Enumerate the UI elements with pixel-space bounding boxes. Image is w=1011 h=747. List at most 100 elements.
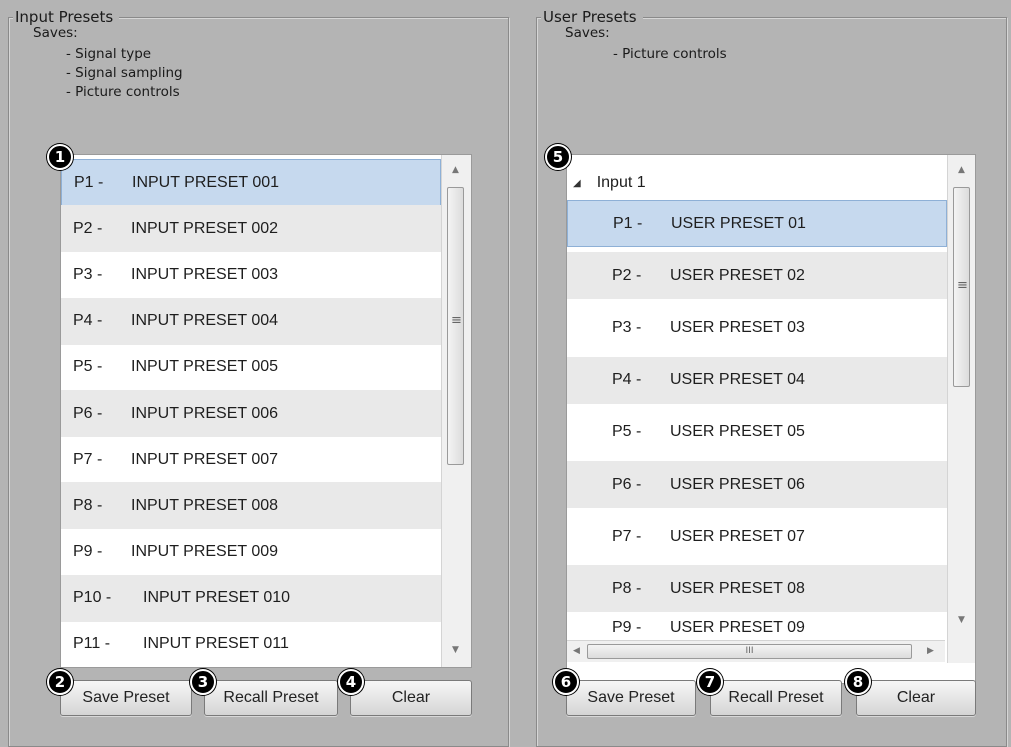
input-list-vertical-scrollbar[interactable]: ▲ ≡ ▼ xyxy=(441,155,471,667)
preset-name: INPUT PRESET 005 xyxy=(131,358,279,376)
preset-name: USER PRESET 01 xyxy=(671,214,806,232)
preset-code: P9 - xyxy=(73,543,103,561)
preset-name: USER PRESET 03 xyxy=(670,318,805,336)
preset-code: P7 - xyxy=(73,450,103,468)
user-presets-tree[interactable]: ◢ Input 1 P1 - USER PRESET 01 P2 - USER PRE… xyxy=(566,154,976,684)
list-item[interactable]: P1 - USER PRESET 01 xyxy=(567,200,947,247)
list-item[interactable]: P1 - INPUT PRESET 001 xyxy=(61,159,441,206)
preset-name: USER PRESET 07 xyxy=(670,527,805,545)
preset-name: INPUT PRESET 010 xyxy=(143,589,291,607)
grip-icon: ≡ xyxy=(451,313,462,328)
preset-code: P8 - xyxy=(73,496,103,514)
save-preset-button[interactable]: Save Preset xyxy=(566,680,696,716)
save-preset-button[interactable]: Save Preset xyxy=(60,680,192,716)
preset-name: INPUT PRESET 002 xyxy=(131,219,279,237)
preset-name: INPUT PRESET 007 xyxy=(131,450,279,468)
scrollbar-thumb[interactable]: ≡ xyxy=(447,187,464,465)
preset-code: P4 - xyxy=(73,312,103,330)
list-item[interactable]: P2 - INPUT PRESET 002 xyxy=(61,205,441,253)
preset-code: P5 - xyxy=(612,423,642,441)
scroll-up-icon[interactable]: ▲ xyxy=(452,165,459,175)
list-item[interactable]: P4 - INPUT PRESET 004 xyxy=(61,297,441,345)
preset-name: USER PRESET 06 xyxy=(670,475,805,493)
callout-badge-2: 2 xyxy=(47,669,73,695)
user-saves-label: Saves: xyxy=(565,25,610,41)
callout-badge-1: 1 xyxy=(47,144,73,170)
scroll-up-icon[interactable]: ▲ xyxy=(958,165,965,175)
callout-badge-3: 3 xyxy=(190,669,216,695)
preset-code: P6 - xyxy=(612,475,642,493)
list-item[interactable]: P8 - USER PRESET 08 xyxy=(567,565,947,613)
preset-name: USER PRESET 08 xyxy=(670,579,805,597)
input-saves-item: - Signal sampling xyxy=(66,65,183,81)
list-item[interactable]: P3 - INPUT PRESET 003 xyxy=(61,251,441,298)
scrollbar-thumb[interactable]: ≡ xyxy=(953,187,970,387)
preset-name: INPUT PRESET 003 xyxy=(131,265,279,283)
preset-name: INPUT PRESET 009 xyxy=(131,543,279,561)
preset-code: P3 - xyxy=(73,265,103,283)
scroll-right-icon[interactable]: ▶ xyxy=(927,646,934,656)
input-saves-item: - Picture controls xyxy=(66,84,180,100)
list-item[interactable]: P7 - INPUT PRESET 007 xyxy=(61,436,441,483)
preset-code: P1 - xyxy=(74,173,104,191)
grip-icon: ≡ xyxy=(957,278,968,293)
tree-group-input-1[interactable]: ◢ Input 1 xyxy=(567,163,947,203)
list-item[interactable]: P3 - USER PRESET 03 xyxy=(567,304,947,351)
preset-name: INPUT PRESET 008 xyxy=(131,496,279,514)
list-item[interactable]: P5 - INPUT PRESET 005 xyxy=(61,344,441,391)
preset-code: P5 - xyxy=(73,358,103,376)
preset-code: P11 - xyxy=(73,635,111,652)
callout-badge-4: 4 xyxy=(338,669,364,695)
preset-code: P1 - xyxy=(613,214,643,232)
scroll-down-icon[interactable]: ▼ xyxy=(452,645,459,655)
callout-badge-7: 7 xyxy=(697,669,723,695)
preset-code: P2 - xyxy=(73,219,103,237)
preset-name: USER PRESET 02 xyxy=(670,266,805,284)
user-list-vertical-scrollbar[interactable]: ▲ ≡ ▼ xyxy=(947,155,975,663)
list-item[interactable]: P11 - INPUT PRESET 011 xyxy=(61,621,441,667)
grip-icon: III xyxy=(745,646,754,656)
preset-name: INPUT PRESET 004 xyxy=(131,312,279,330)
preset-code: P9 - xyxy=(612,619,642,637)
list-item[interactable]: P9 - USER PRESET 09 xyxy=(567,618,947,639)
scrollbar-thumb[interactable]: III xyxy=(587,644,912,659)
expand-arrow-icon[interactable]: ◢ xyxy=(573,178,581,189)
preset-name: INPUT PRESET 011 xyxy=(143,635,289,652)
list-item[interactable]: P6 - USER PRESET 06 xyxy=(567,461,947,508)
callout-badge-6: 6 xyxy=(553,669,579,695)
callout-badge-5: 5 xyxy=(545,144,571,170)
clear-button[interactable]: Clear xyxy=(350,680,472,716)
input-presets-list[interactable]: P1 - INPUT PRESET 001 P2 - INPUT PRESET 002… xyxy=(60,154,472,668)
tree-group-label: Input 1 xyxy=(596,174,646,191)
list-item[interactable]: P9 - INPUT PRESET 009 xyxy=(61,529,441,576)
list-item[interactable]: P8 - INPUT PRESET 008 xyxy=(61,482,441,530)
preset-code: P6 - xyxy=(73,404,103,422)
user-list-horizontal-scrollbar[interactable]: ◀ III ▶ xyxy=(567,640,945,662)
preset-code: P2 - xyxy=(612,266,642,284)
recall-preset-button[interactable]: Recall Preset xyxy=(710,680,842,716)
preset-code: P4 - xyxy=(612,371,642,389)
preset-code: P8 - xyxy=(612,579,642,597)
list-item[interactable]: P10 - INPUT PRESET 010 xyxy=(61,574,441,622)
input-saves-label: Saves: xyxy=(33,25,78,41)
preset-code: P10 - xyxy=(73,589,112,607)
preset-name: INPUT PRESET 006 xyxy=(131,404,279,422)
clear-button[interactable]: Clear xyxy=(856,680,976,716)
recall-preset-button[interactable]: Recall Preset xyxy=(204,680,338,716)
list-item[interactable]: P7 - USER PRESET 07 xyxy=(567,513,947,560)
preset-code: P7 - xyxy=(612,527,642,545)
preset-code: P3 - xyxy=(612,318,642,336)
preset-name: INPUT PRESET 001 xyxy=(132,173,280,191)
preset-name: USER PRESET 05 xyxy=(670,423,805,441)
scroll-left-icon[interactable]: ◀ xyxy=(573,646,580,656)
list-item[interactable]: P5 - USER PRESET 05 xyxy=(567,409,947,456)
preset-name: USER PRESET 04 xyxy=(670,371,805,389)
scroll-down-icon[interactable]: ▼ xyxy=(958,615,965,625)
list-item[interactable]: P6 - INPUT PRESET 006 xyxy=(61,390,441,437)
input-saves-item: - Signal type xyxy=(66,46,152,62)
preset-name: USER PRESET 09 xyxy=(670,619,805,637)
list-item[interactable]: P4 - USER PRESET 04 xyxy=(567,356,947,404)
list-item[interactable]: P2 - USER PRESET 02 xyxy=(567,252,947,300)
user-saves-item: - Picture controls xyxy=(613,46,727,62)
callout-badge-8: 8 xyxy=(845,669,871,695)
